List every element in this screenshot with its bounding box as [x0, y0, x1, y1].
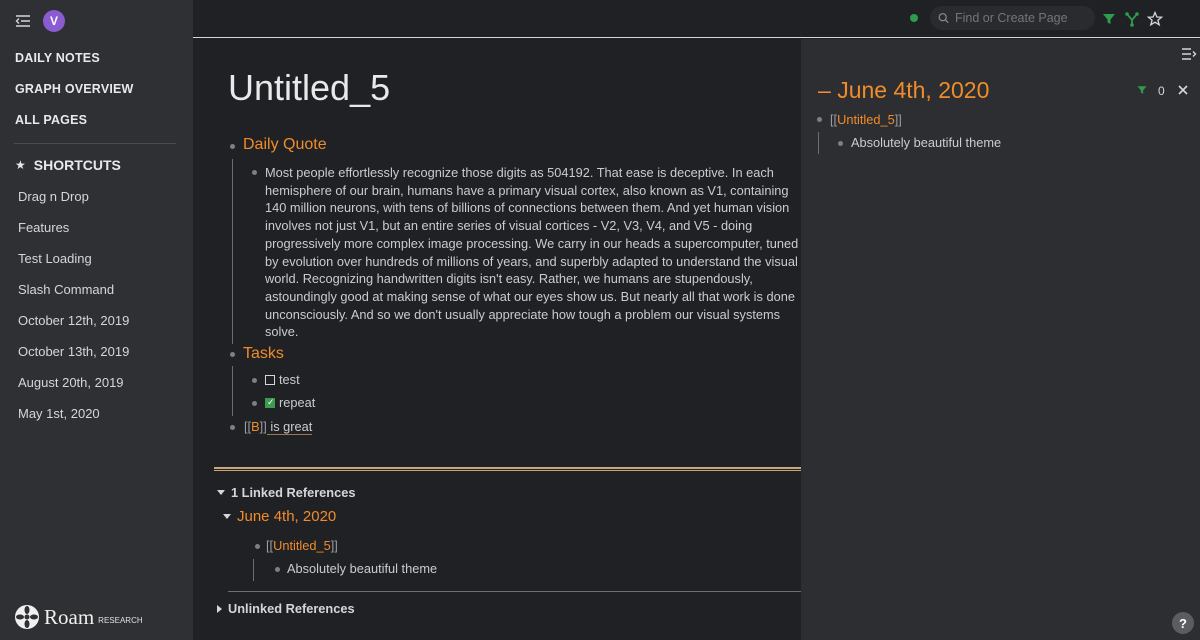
linked-reference-block[interactable]: [[Untitled_5]] — [266, 538, 338, 553]
caret-right-icon — [217, 604, 222, 613]
sync-status-indicator — [910, 14, 918, 22]
nav-all-pages[interactable]: ALL PAGES — [15, 113, 87, 127]
shortcut-item[interactable]: Drag n Drop — [18, 189, 89, 204]
bullet[interactable] — [255, 544, 260, 549]
task-item: test — [265, 372, 300, 387]
references-separator — [214, 467, 801, 471]
search-icon — [938, 13, 949, 24]
block-guide-line — [818, 132, 819, 154]
shortcut-item[interactable]: May 1st, 2020 — [18, 406, 100, 421]
nav-graph-overview[interactable]: GRAPH OVERVIEW — [15, 82, 134, 96]
right-sidebar: – June 4th, 2020 0 [[Untitled_5]] Absolu… — [801, 39, 1200, 640]
block-guide-line — [232, 366, 233, 416]
left-sidebar: V DAILY NOTES GRAPH OVERVIEW ALL PAGES ★… — [0, 0, 193, 640]
ref-bracket-close: ]] — [259, 419, 267, 434]
page-title[interactable]: Untitled_5 — [228, 67, 390, 109]
shortcut-item[interactable]: Features — [18, 220, 69, 235]
filter-count: 0 — [1158, 84, 1165, 98]
tasks-heading[interactable]: Tasks — [243, 345, 284, 363]
roam-logo: Roam RESEARCH — [14, 604, 143, 630]
linked-references-label: 1 Linked References — [231, 485, 356, 500]
references-divider — [228, 591, 801, 592]
nav-daily-notes[interactable]: DAILY NOTES — [15, 51, 100, 65]
search-input[interactable] — [955, 11, 1095, 25]
daily-quote-heading[interactable]: Daily Quote — [243, 136, 327, 154]
bullet[interactable] — [252, 401, 257, 406]
task-item: repeat — [265, 395, 315, 410]
logo-word: Roam — [44, 604, 95, 629]
page-link-untitled[interactable]: Untitled_5 — [273, 538, 331, 553]
ref-bracket-close: ]] — [330, 538, 338, 553]
logo-subtitle: RESEARCH — [98, 615, 143, 625]
sidebar-top: V — [15, 10, 65, 32]
task-label[interactable]: repeat — [279, 395, 315, 410]
panel-reference-block[interactable]: [[Untitled_5]] — [830, 112, 902, 127]
bullet[interactable] — [838, 141, 843, 146]
child-block[interactable]: Absolutely beautiful theme — [287, 561, 437, 576]
star-icon[interactable] — [1147, 11, 1163, 27]
shortcut-item[interactable]: Slash Command — [18, 282, 114, 297]
page-link-untitled[interactable]: Untitled_5 — [837, 112, 895, 127]
task-label[interactable]: test — [279, 372, 300, 387]
avatar[interactable]: V — [43, 10, 65, 32]
panel-page-title[interactable]: – June 4th, 2020 — [818, 77, 989, 104]
shortcut-item[interactable]: October 12th, 2019 — [18, 313, 129, 328]
bullet[interactable] — [817, 117, 822, 122]
block-guide-line — [253, 559, 254, 581]
collapse-sidebar-icon[interactable] — [15, 14, 31, 28]
help-button[interactable]: ? — [1172, 612, 1194, 634]
block-guide-line — [232, 159, 233, 344]
search-box[interactable] — [930, 6, 1095, 30]
shortcuts-header: ★ SHORTCUTS — [15, 157, 121, 173]
linked-page-title[interactable]: June 4th, 2020 — [237, 508, 336, 525]
caret-down-icon — [217, 490, 225, 495]
main-page: Untitled_5 Daily Quote Most people effor… — [193, 39, 801, 640]
unlinked-references-toggle[interactable]: Unlinked References — [217, 601, 355, 616]
bullet[interactable] — [275, 567, 280, 572]
bullet[interactable] — [252, 170, 257, 175]
collapse-icon[interactable]: – — [818, 77, 831, 103]
quote-block[interactable]: Most people effortlessly recognize those… — [265, 164, 801, 341]
todo-checkbox[interactable] — [265, 374, 275, 385]
shortcut-item[interactable]: August 20th, 2019 — [18, 375, 124, 390]
caret-down-icon — [223, 514, 231, 519]
close-icon[interactable] — [1178, 85, 1188, 95]
page-link-b[interactable]: B — [251, 419, 260, 434]
star-icon: ★ — [15, 158, 26, 172]
child-block[interactable]: Absolutely beautiful theme — [851, 135, 1001, 150]
bullet[interactable] — [230, 352, 235, 357]
shortcuts-label: SHORTCUTS — [33, 157, 121, 173]
filter-icon[interactable] — [1101, 11, 1117, 27]
filter-icon[interactable] — [1136, 84, 1148, 96]
ref-bracket-close: ]] — [894, 112, 902, 127]
bullet[interactable] — [252, 378, 257, 383]
bullet[interactable] — [230, 144, 235, 149]
graph-icon[interactable] — [1124, 11, 1140, 27]
linked-page-group[interactable]: June 4th, 2020 — [223, 508, 336, 525]
panel-title-text[interactable]: June 4th, 2020 — [837, 77, 989, 103]
top-bar — [193, 0, 1200, 38]
bullet[interactable] — [230, 425, 235, 430]
linked-references-toggle[interactable]: 1 Linked References — [217, 485, 355, 500]
ref-text: is great — [266, 419, 313, 435]
shortcut-item[interactable]: Test Loading — [18, 251, 92, 266]
close-sidebar-icon[interactable] — [1181, 47, 1197, 61]
shortcut-item[interactable]: October 13th, 2019 — [18, 344, 129, 359]
done-checkbox[interactable] — [265, 397, 275, 408]
roam-logo-icon — [15, 605, 39, 629]
unlinked-references-label: Unlinked References — [228, 601, 355, 616]
page-reference-block[interactable]: [[B]] is great — [244, 419, 313, 435]
sidebar-divider — [14, 143, 176, 144]
